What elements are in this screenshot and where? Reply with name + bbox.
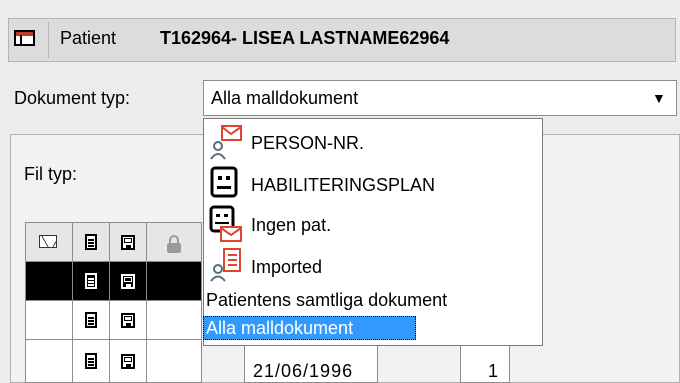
document-icon (85, 234, 97, 250)
column-header-document[interactable] (72, 222, 110, 262)
table-row[interactable] (25, 339, 73, 383)
table-row-lock (146, 261, 202, 301)
save-icon (121, 354, 135, 369)
table-row-save[interactable] (109, 339, 147, 383)
dropdown-option-ingen-pat[interactable]: Ingen pat. (251, 213, 331, 237)
table-row[interactable] (25, 300, 73, 340)
dropdown-option-imported[interactable]: Imported (251, 255, 322, 279)
dropdown-option-person-nr[interactable]: PERSON-NR. (251, 131, 364, 155)
mail-icon (39, 235, 57, 248)
save-icon (121, 274, 135, 289)
document-icon (85, 273, 97, 289)
patient-value: T162964- LISEA LASTNAME62964 (160, 28, 450, 48)
dropdown-option-habiliteringsplan[interactable]: HABILITERINGSPLAN (251, 173, 435, 197)
table-row-document[interactable] (72, 339, 110, 383)
document-icon (85, 353, 97, 369)
document-icon (85, 312, 97, 328)
table-row-save[interactable] (109, 261, 147, 301)
form-icon (210, 166, 238, 198)
document-type-label: Dokument typ: (14, 88, 131, 108)
dropdown-arrow-icon[interactable]: ▼ (652, 89, 666, 107)
table-row-date-text: 21/06/1996 (253, 361, 354, 381)
patient-label: Patient (60, 28, 117, 48)
document-type-select-value[interactable]: Alla malldokument (211, 86, 358, 110)
table-row-save[interactable] (109, 300, 147, 340)
form-mail-icon (209, 205, 242, 242)
table-row-lock (146, 300, 202, 340)
column-header-lock[interactable] (146, 222, 202, 262)
header-divider (48, 22, 49, 58)
file-type-label: Fil typ: (24, 164, 78, 184)
window-icon[interactable] (14, 30, 35, 46)
table-row-document[interactable] (72, 261, 110, 301)
save-icon (121, 235, 135, 250)
column-header-save[interactable] (109, 222, 147, 262)
person-mail-icon (210, 125, 242, 160)
table-row-document[interactable] (72, 300, 110, 340)
column-header-mail[interactable] (25, 222, 73, 262)
dropdown-option-patientens-samtliga[interactable]: Patientens samtliga dokument (206, 288, 447, 312)
save-icon (121, 313, 135, 328)
person-list-icon (210, 248, 241, 282)
table-row-lock (146, 339, 202, 383)
dropdown-focus-outline (203, 316, 416, 340)
table-row[interactable] (25, 261, 73, 301)
table-row-count-text: 1 (488, 361, 499, 381)
lock-icon (167, 235, 181, 253)
